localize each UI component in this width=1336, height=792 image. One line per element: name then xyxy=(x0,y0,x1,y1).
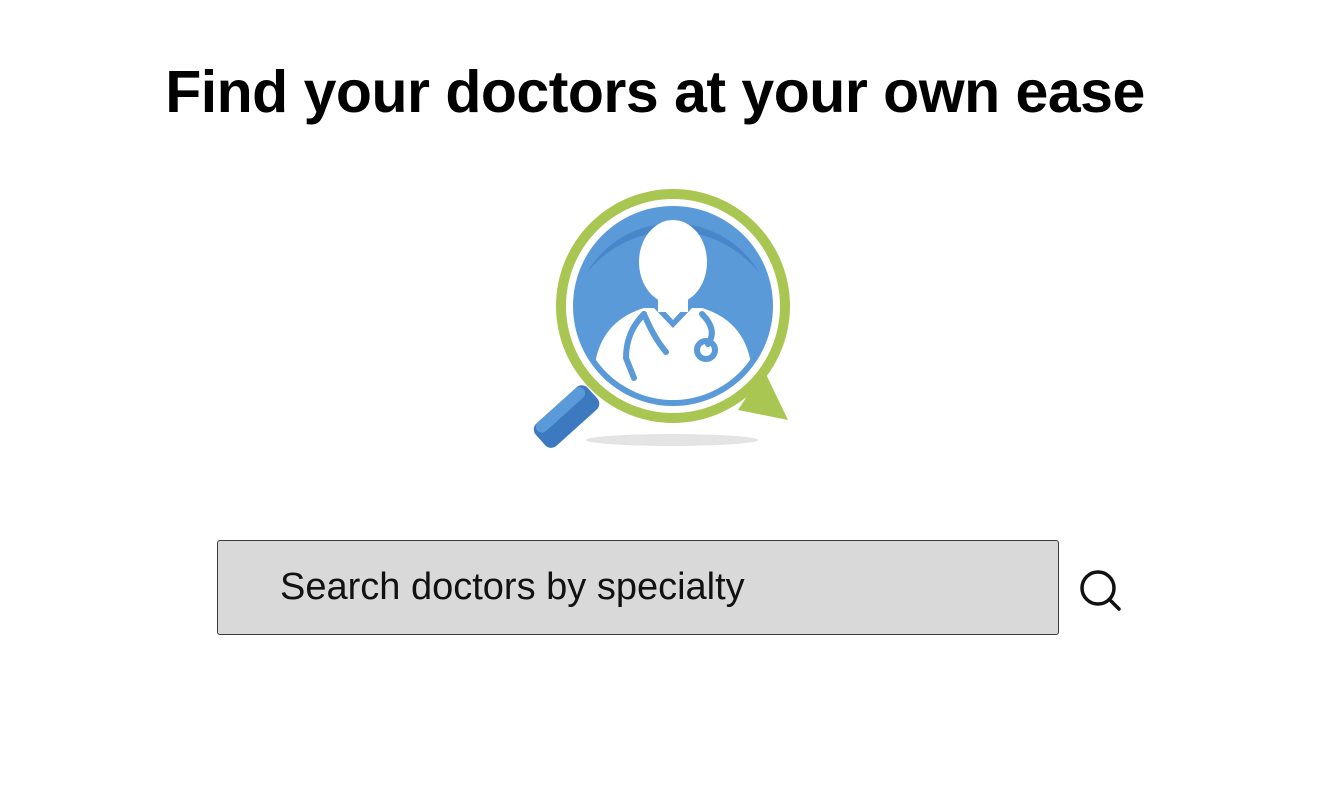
search-input[interactable] xyxy=(218,541,1058,634)
search-icon xyxy=(1080,570,1121,611)
search-field xyxy=(217,540,1059,635)
page: Find your doctors at your own ease xyxy=(0,0,1336,792)
page-title: Find your doctors at your own ease xyxy=(165,59,1145,125)
doctor-search-icon xyxy=(533,189,790,448)
search-button[interactable] xyxy=(1074,564,1126,616)
